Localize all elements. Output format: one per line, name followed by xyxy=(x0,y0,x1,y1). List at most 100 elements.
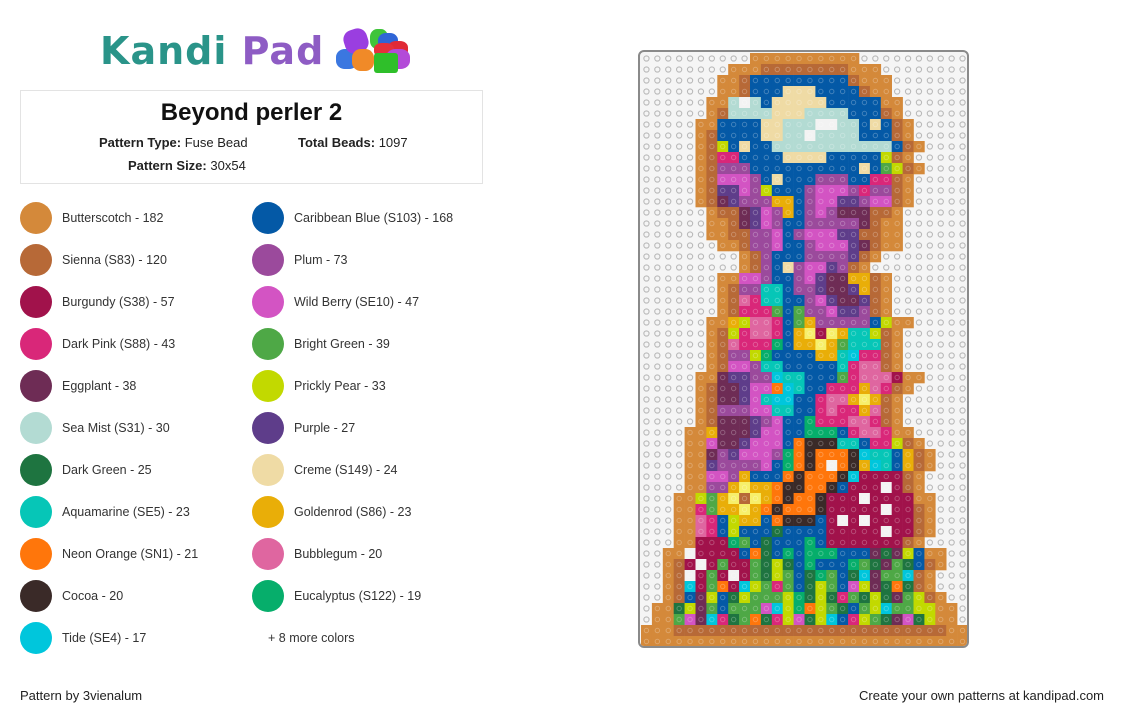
empty-peg xyxy=(915,99,923,106)
bead xyxy=(739,383,751,395)
bead xyxy=(760,537,773,549)
bead xyxy=(804,262,816,274)
bead xyxy=(815,251,827,263)
bead xyxy=(750,130,762,142)
bead xyxy=(793,339,805,351)
empty-peg xyxy=(959,440,966,447)
bead xyxy=(869,526,882,538)
bead xyxy=(717,284,729,296)
empty-peg xyxy=(654,561,661,568)
empty-peg xyxy=(719,264,726,271)
bead xyxy=(739,273,751,285)
empty-peg xyxy=(948,330,955,337)
empty-peg xyxy=(904,418,912,425)
bead xyxy=(760,196,773,208)
bead xyxy=(804,515,816,527)
bead xyxy=(728,218,740,230)
bead xyxy=(739,559,751,571)
bead xyxy=(771,416,783,428)
bead xyxy=(782,636,794,646)
bead xyxy=(880,614,892,626)
bead xyxy=(902,141,914,153)
empty-peg xyxy=(959,583,966,590)
bead xyxy=(913,163,925,175)
empty-peg xyxy=(643,132,650,139)
bead xyxy=(859,493,871,505)
empty-peg xyxy=(937,88,944,95)
bead xyxy=(891,108,903,120)
bead xyxy=(913,625,925,637)
bead xyxy=(815,284,827,296)
bead xyxy=(880,86,892,98)
bead xyxy=(837,284,849,296)
bead xyxy=(673,548,685,560)
bead xyxy=(848,592,860,604)
legend-item: Purple - 27 xyxy=(252,412,355,444)
bead xyxy=(848,64,860,76)
empty-peg xyxy=(643,528,650,535)
bead xyxy=(880,130,892,142)
more-colors-link[interactable]: + 8 more colors xyxy=(268,631,355,645)
legend-label: Dark Green - 25 xyxy=(62,463,152,477)
bead xyxy=(869,86,882,98)
empty-peg xyxy=(654,473,661,480)
empty-peg xyxy=(937,297,944,304)
bead xyxy=(837,317,849,329)
bead xyxy=(848,284,860,296)
bead xyxy=(804,251,816,263)
bead xyxy=(848,526,860,538)
bead xyxy=(815,394,827,406)
bead xyxy=(804,284,816,296)
empty-peg xyxy=(643,495,650,502)
kandipad-logo[interactable]: Kandi Pad xyxy=(100,25,412,76)
bead xyxy=(750,515,762,527)
bead xyxy=(760,614,773,626)
bead xyxy=(891,405,903,417)
bead xyxy=(935,548,947,560)
bead xyxy=(826,372,838,384)
empty-peg xyxy=(948,550,955,557)
bead xyxy=(815,141,827,153)
bead xyxy=(717,438,729,450)
empty-peg xyxy=(686,132,694,139)
bead xyxy=(793,460,805,472)
bead xyxy=(728,317,740,329)
bead xyxy=(902,526,914,538)
color-swatch xyxy=(252,328,284,360)
bead xyxy=(684,504,696,516)
bead xyxy=(695,537,707,549)
empty-peg xyxy=(948,495,955,502)
bead xyxy=(782,339,794,351)
color-swatch xyxy=(20,622,52,654)
empty-peg xyxy=(915,66,923,73)
kandipad-link[interactable]: Create your own patterns at kandipad.com xyxy=(859,688,1104,703)
bead xyxy=(891,130,903,142)
empty-peg xyxy=(708,308,715,315)
empty-peg xyxy=(654,121,661,128)
bead xyxy=(891,581,903,593)
bead xyxy=(717,174,729,186)
bead xyxy=(750,317,762,329)
empty-peg xyxy=(883,66,890,73)
bead xyxy=(717,559,729,571)
bead xyxy=(837,427,849,439)
bead xyxy=(859,625,871,637)
bead xyxy=(913,603,925,615)
legend-item: Goldenrod (S86) - 23 xyxy=(252,496,411,528)
bead xyxy=(760,361,773,373)
empty-peg xyxy=(686,143,694,150)
empty-peg xyxy=(654,242,661,249)
bead xyxy=(826,394,838,406)
empty-peg xyxy=(959,165,966,172)
bead xyxy=(848,262,860,274)
empty-peg xyxy=(665,396,672,403)
bead xyxy=(826,218,838,230)
bead xyxy=(684,526,696,538)
bead xyxy=(750,86,762,98)
empty-peg xyxy=(959,110,966,117)
bead xyxy=(739,119,751,131)
empty-peg xyxy=(926,121,933,128)
bead xyxy=(859,394,871,406)
empty-peg xyxy=(959,341,966,348)
empty-peg xyxy=(937,352,944,359)
